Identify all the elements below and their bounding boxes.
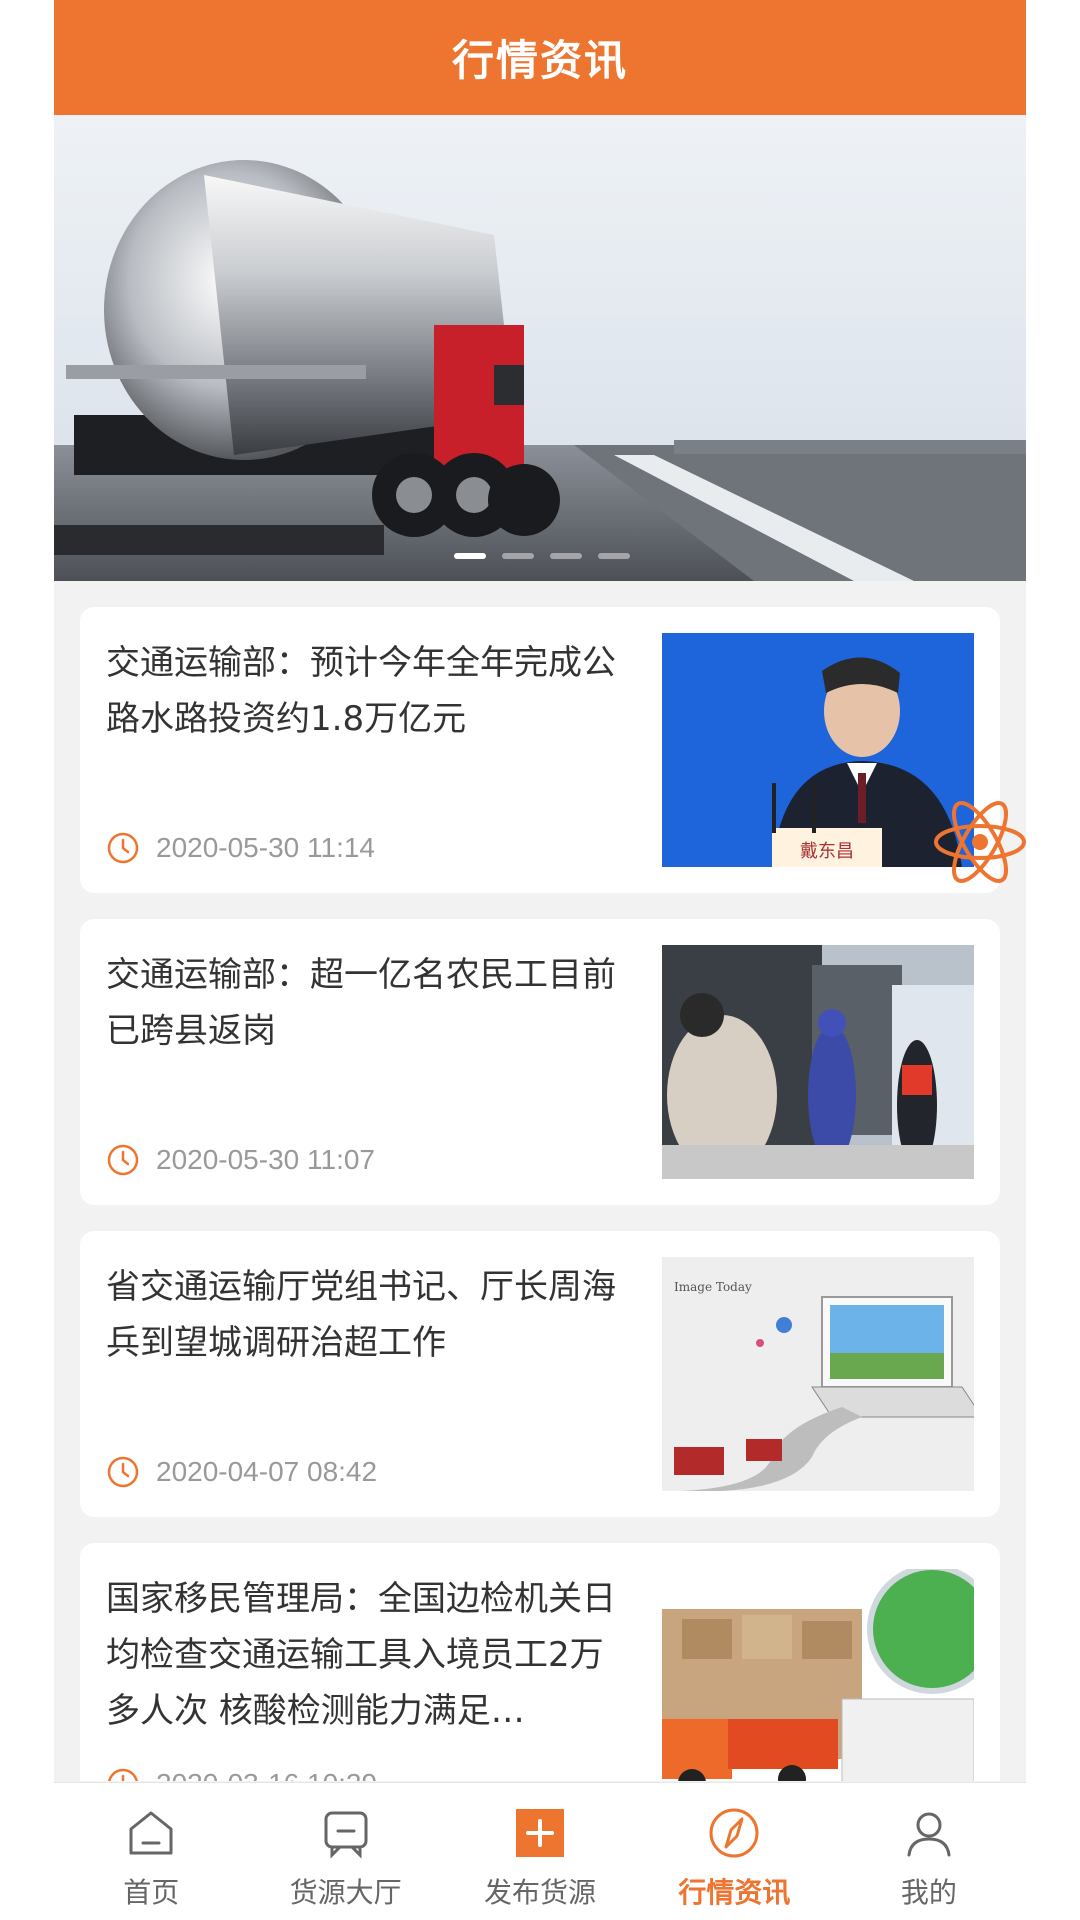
clock-icon xyxy=(107,1144,139,1176)
truck-icon xyxy=(324,1811,368,1859)
news-time-text: 2020-04-07 08:42 xyxy=(156,1456,378,1487)
news-thumbnail xyxy=(662,1569,974,1781)
news-thumbnail: Image Today xyxy=(662,1257,974,1491)
news-card[interactable]: 交通运输部：超一亿名农民工目前已跨县返岗 2020-05-30 11:07 xyxy=(80,919,1000,1205)
carousel-indicator xyxy=(454,553,630,559)
tab-market-news[interactable]: 行情资讯 xyxy=(637,1783,831,1920)
clock-icon xyxy=(107,1456,139,1488)
carousel-dot[interactable] xyxy=(550,553,582,559)
tab-publish-cargo[interactable]: 发布货源 xyxy=(443,1783,637,1920)
plus-icon xyxy=(516,1809,565,1857)
news-card[interactable]: 国家移民管理局：全国边检机关日均检查交通运输工具入境员工2万多人次 核酸检测能力… xyxy=(80,1543,1000,1781)
news-time: 2020-04-07 08:42 xyxy=(106,1455,377,1489)
news-time: 2020-05-30 11:07 xyxy=(106,1143,375,1177)
tab-label: 我的 xyxy=(900,1876,957,1909)
page-title: 行情资讯 xyxy=(451,36,628,85)
news-title: 省交通运输厅党组书记、厅长周海兵到望城调研治超工作 xyxy=(106,1267,616,1363)
banner-carousel[interactable] xyxy=(54,115,1026,581)
news-list: 交通运输部：预计今年全年完成公路水路投资约1.8万亿元 2020-05-30 1… xyxy=(54,581,1026,1781)
clock-icon xyxy=(107,832,139,864)
tab-label: 发布货源 xyxy=(484,1876,597,1909)
carousel-dot[interactable] xyxy=(502,553,534,559)
nameplate-text: 戴东昌 xyxy=(800,841,854,862)
clock-icon xyxy=(108,1768,138,1781)
news-thumbnail: 戴东昌 xyxy=(662,633,974,867)
news-title: 交通运输部：超一亿名农民工目前已跨县返岗 xyxy=(106,955,616,1051)
tab-label: 行情资讯 xyxy=(678,1876,791,1909)
carousel-dot[interactable] xyxy=(598,553,630,559)
tab-label: 首页 xyxy=(123,1876,180,1909)
news-time: 2020-03-16 10:29 xyxy=(106,1767,377,1781)
tab-profile[interactable]: 我的 xyxy=(832,1783,1026,1920)
news-time-text: 2020-03-16 10:29 xyxy=(156,1768,377,1781)
compass-icon xyxy=(709,1808,759,1858)
news-card[interactable]: 省交通运输厅党组书记、厅长周海兵到望城调研治超工作 2020-04-07 08:… xyxy=(80,1231,1000,1517)
home-icon xyxy=(129,1811,173,1855)
atom-float-icon[interactable] xyxy=(930,792,1026,892)
app-screen: 行情资讯 交通运输部：预计今年全年完成公路水路投资约1.8万亿元 2020-05… xyxy=(54,0,1026,1920)
banner-image xyxy=(54,115,1026,581)
page-header: 行情资讯 xyxy=(54,0,1026,115)
news-title: 国家移民管理局：全国边检机关日均检查交通运输工具入境员工2万多人次 核酸检测能力… xyxy=(106,1579,616,1731)
tab-cargo-hall[interactable]: 货源大厅 xyxy=(248,1783,442,1920)
news-title: 交通运输部：预计今年全年完成公路水路投资约1.8万亿元 xyxy=(106,643,616,739)
news-time: 2020-05-30 11:14 xyxy=(106,831,375,865)
news-time-text: 2020-05-30 11:14 xyxy=(156,832,375,863)
news-card[interactable]: 交通运输部：预计今年全年完成公路水路投资约1.8万亿元 2020-05-30 1… xyxy=(80,607,1000,893)
news-time-text: 2020-05-30 11:07 xyxy=(156,1144,375,1175)
user-icon xyxy=(907,1812,951,1857)
tab-label: 货源大厅 xyxy=(289,1876,402,1909)
thumb-caption: Image Today xyxy=(674,1280,752,1294)
news-thumbnail xyxy=(662,945,974,1179)
bottom-tab-bar: 首页 货源大厅 发布货源 行情资讯 我的 xyxy=(54,1782,1026,1920)
tab-home[interactable]: 首页 xyxy=(54,1783,248,1920)
carousel-dot[interactable] xyxy=(454,553,486,559)
